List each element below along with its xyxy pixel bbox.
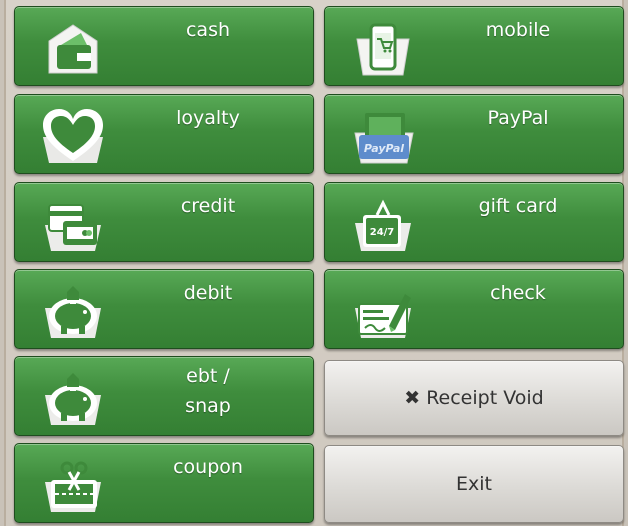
paypal-button[interactable]: PayPal PayPal xyxy=(324,94,624,174)
loyalty-label: loyalty xyxy=(176,107,240,129)
paypal-icon: PayPal xyxy=(354,113,414,164)
piggy-bank-icon xyxy=(45,373,101,425)
receipt-void-label: Receipt Void xyxy=(426,387,544,409)
check-signature-icon xyxy=(355,294,411,338)
phone-cart-icon xyxy=(356,23,410,76)
ebt-snap-button[interactable]: ebt / snap xyxy=(14,356,314,436)
ebt-label-line1: ebt / xyxy=(186,365,230,387)
piggy-bank-icon xyxy=(45,286,101,338)
mobile-label: mobile xyxy=(485,19,551,41)
paypal-label: PayPal xyxy=(487,107,549,129)
receipt-void-button[interactable]: ✖ Receipt Void xyxy=(324,360,624,436)
scissors-coupon-icon xyxy=(45,461,101,512)
coupon-label: coupon xyxy=(173,456,243,478)
wallet-icon xyxy=(48,24,98,74)
coupon-button[interactable]: coupon xyxy=(14,443,314,523)
credit-button[interactable]: credit xyxy=(14,182,314,262)
gift-card-label: gift card xyxy=(478,195,558,217)
credit-label: credit xyxy=(180,195,236,217)
exit-label: Exit xyxy=(456,473,492,495)
loyalty-button[interactable]: loyalty xyxy=(14,94,314,174)
exit-button[interactable]: Exit xyxy=(324,445,624,523)
heart-icon xyxy=(43,109,103,163)
payment-panel: cash mobile loyalty PayPal PayPal credit… xyxy=(4,0,624,526)
check-button[interactable]: check xyxy=(324,269,624,349)
cash-button[interactable]: cash xyxy=(14,6,314,86)
gift-card-button[interactable]: 24/7 gift card xyxy=(324,182,624,262)
mobile-button[interactable]: mobile xyxy=(324,6,624,86)
check-label: check xyxy=(490,282,546,304)
close-x-icon: ✖ xyxy=(404,387,421,409)
debit-label: debit xyxy=(183,282,233,304)
ebt-label-line2: snap xyxy=(185,395,231,417)
cash-label: cash xyxy=(185,19,231,41)
debit-button[interactable]: debit xyxy=(14,269,314,349)
gift-card-badge-text: 24/7 xyxy=(370,227,395,238)
ebt-snap-label: ebt / snap xyxy=(113,361,303,421)
paypal-logo-text: PayPal xyxy=(364,142,404,155)
gift-card-icon: 24/7 xyxy=(355,199,411,251)
credit-card-icon xyxy=(45,204,101,251)
receipt-void-content: ✖ Receipt Void xyxy=(325,361,623,435)
